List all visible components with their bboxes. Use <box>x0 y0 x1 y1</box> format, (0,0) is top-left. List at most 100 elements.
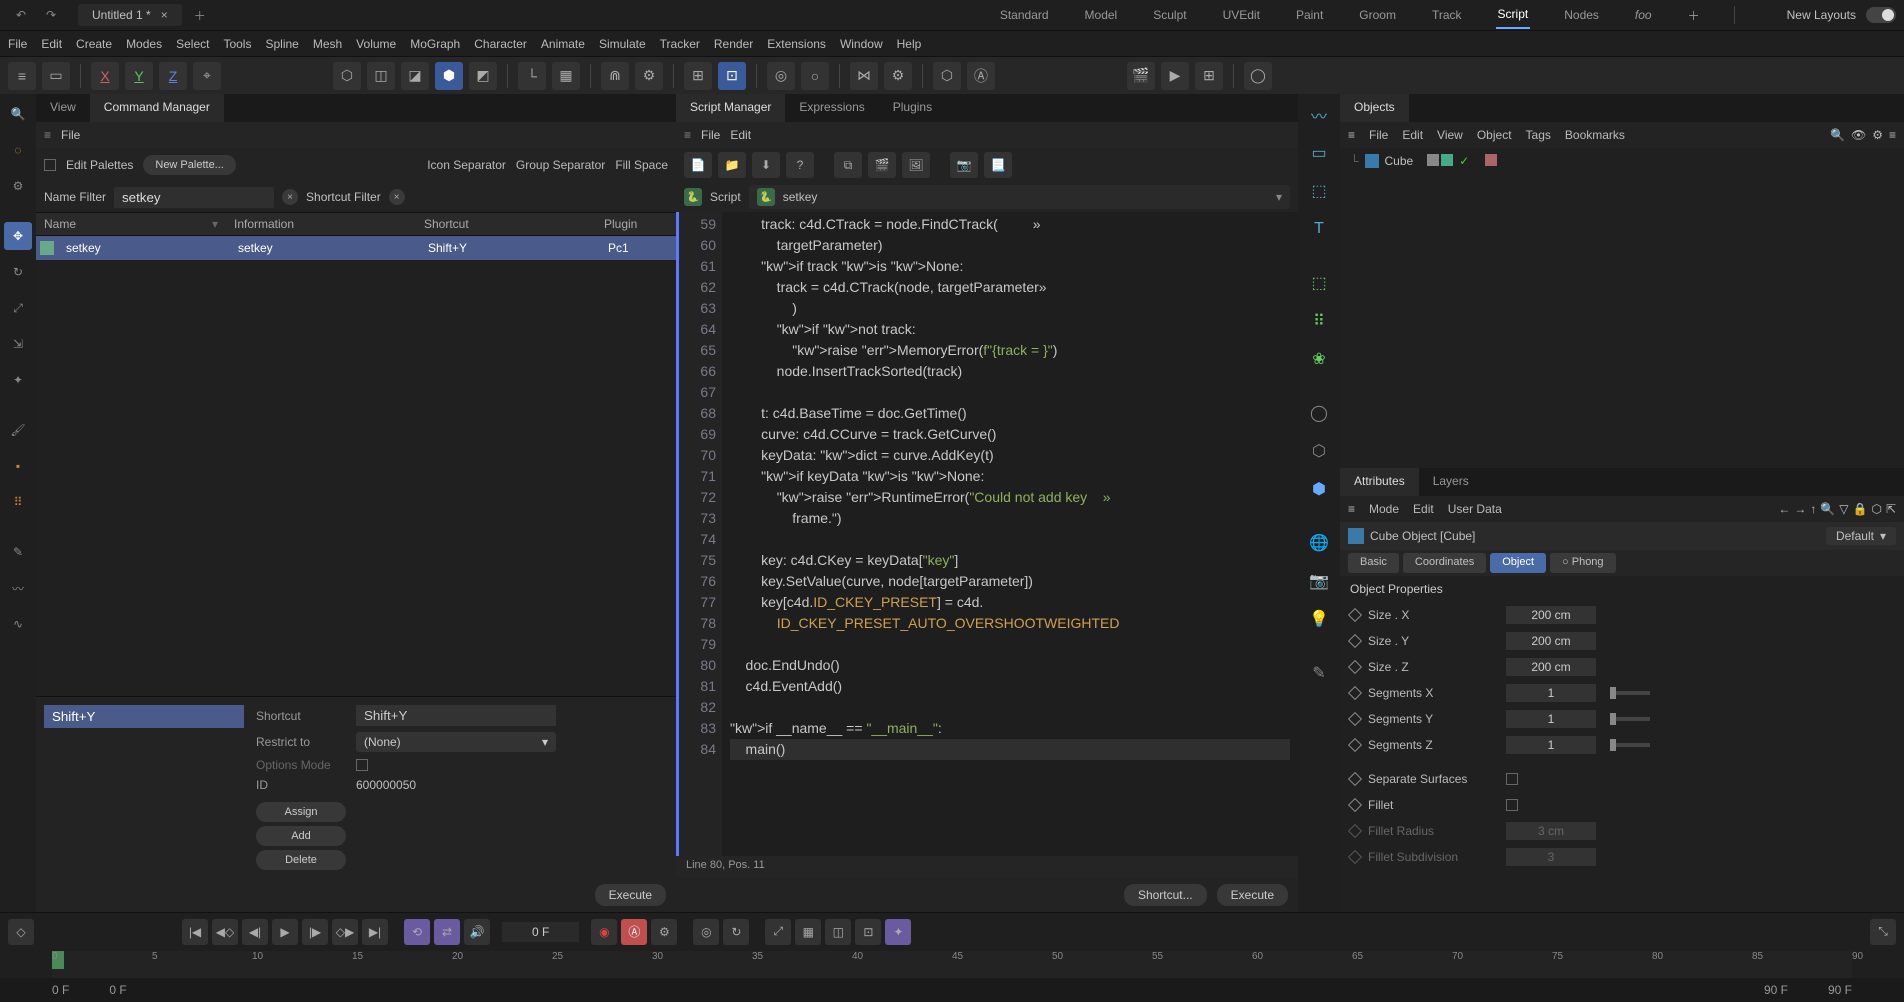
next-key-icon[interactable]: ◇▶ <box>332 919 358 945</box>
prop-slider[interactable] <box>1610 691 1650 695</box>
menu-create[interactable]: Create <box>76 37 112 51</box>
visibility-tag-icon[interactable] <box>1441 154 1453 166</box>
menu-mograph[interactable]: MoGraph <box>410 37 460 51</box>
hex-outline-icon[interactable]: ⬡ <box>933 62 961 90</box>
camera-icon[interactable]: 📷 <box>950 152 978 178</box>
obj-filter-icon[interactable]: ⚙ <box>1872 128 1883 142</box>
key-diamond[interactable] <box>1348 608 1362 622</box>
loop-icon[interactable]: ⟲ <box>404 919 430 945</box>
curve-icon[interactable]: 〰 <box>4 574 32 602</box>
script-edit-menu[interactable]: Edit <box>730 128 751 142</box>
circle-icon[interactable]: ○ <box>801 62 829 90</box>
prev-key-icon[interactable]: ◀◇ <box>212 919 238 945</box>
document-tab[interactable]: Untitled 1 * × <box>78 4 182 26</box>
clapper-small-icon[interactable]: 🎬 <box>868 152 896 178</box>
attr-up-icon[interactable]: ↑ <box>1810 502 1816 516</box>
key-diamond-icon[interactable]: ◇ <box>8 919 34 945</box>
film-icon[interactable]: ▶ <box>1161 62 1189 90</box>
objects-bookmarks-menu[interactable]: Bookmarks <box>1565 128 1625 142</box>
attr-fwd-icon[interactable]: → <box>1794 502 1806 516</box>
range-out2[interactable]: 90 F <box>1828 983 1852 997</box>
code-content[interactable]: track: c4d.CTrack = node.FindCTrack( » t… <box>722 212 1298 856</box>
clear-shortcut-filter-icon[interactable]: × <box>389 189 405 205</box>
autokey-icon[interactable]: Ⓐ <box>621 919 647 945</box>
attr-preset-select[interactable]: Default▾ <box>1826 527 1896 545</box>
object-tree[interactable]: └ Cube ✓ <box>1340 148 1904 468</box>
shape-shaded-icon[interactable]: ⬢ <box>435 62 463 90</box>
flower-tool-icon[interactable]: ❀ <box>1304 344 1334 374</box>
script-file-menu[interactable]: File <box>701 128 720 142</box>
brush-icon[interactable]: 🖌 <box>4 416 32 444</box>
key-diamond[interactable] <box>1348 798 1362 812</box>
shape-solid-icon[interactable]: ◪ <box>401 62 429 90</box>
menu-render[interactable]: Render <box>714 37 753 51</box>
obj-eye-icon[interactable]: 👁 <box>1851 128 1866 142</box>
edit-tool-icon[interactable]: ✎ <box>1304 658 1334 688</box>
key-all-icon[interactable]: ✦ <box>885 919 911 945</box>
sphere-icon[interactable]: ◯ <box>1244 62 1272 90</box>
table-row[interactable]: setkey setkey Shift+Y Pc1 <box>36 236 676 260</box>
assign-button[interactable]: Assign <box>256 802 346 822</box>
obj-collapse-icon[interactable]: ≡ <box>1889 128 1896 142</box>
attr-mode-menu[interactable]: Mode <box>1369 502 1399 516</box>
delete-button[interactable]: Delete <box>256 850 346 870</box>
attr-search-icon[interactable]: 🔍 <box>1820 502 1835 516</box>
layout-icon[interactable]: ▭ <box>42 62 70 90</box>
prop-slider[interactable] <box>1610 743 1650 747</box>
tab-attributes[interactable]: Attributes <box>1340 468 1419 496</box>
timeline-zoom-icon[interactable]: ⤡ <box>1870 919 1896 945</box>
layout-tab-foo[interactable]: foo <box>1633 2 1654 28</box>
search-icon[interactable]: 🔍 <box>4 100 32 128</box>
hamburger-icon[interactable]: ≡ <box>8 62 36 90</box>
separate-surfaces-checkbox[interactable] <box>1506 773 1518 785</box>
panel-file-menu[interactable]: File <box>61 128 80 142</box>
layout-tab-standard[interactable]: Standard <box>998 2 1051 28</box>
key-sel-icon[interactable]: ⊡ <box>855 919 881 945</box>
sound-icon[interactable]: 🔊 <box>464 919 490 945</box>
tab-plugins[interactable]: Plugins <box>879 94 946 122</box>
add-button[interactable]: Add <box>256 826 346 846</box>
menu-window[interactable]: Window <box>840 37 883 51</box>
code-editor[interactable]: 5960616263646566676869707172737475767778… <box>676 212 1298 856</box>
cluster-tool-icon[interactable]: ⠿ <box>1304 306 1334 336</box>
execute-button[interactable]: Execute <box>595 884 666 906</box>
objects-menu-icon[interactable]: ≡ <box>1348 128 1355 142</box>
obj-search-icon[interactable]: 🔍 <box>1830 128 1845 142</box>
objects-view-menu[interactable]: View <box>1437 128 1463 142</box>
objects-file-menu[interactable]: File <box>1369 128 1388 142</box>
hex-a-icon[interactable]: Ⓐ <box>967 62 995 90</box>
objects-tags-menu[interactable]: Tags <box>1526 128 1551 142</box>
play-icon[interactable]: ▶ <box>272 919 298 945</box>
script-execute-button[interactable]: Execute <box>1217 884 1288 906</box>
icon-separator-link[interactable]: Icon Separator <box>427 158 506 172</box>
key-options-icon[interactable]: ⚙ <box>651 919 677 945</box>
sphere-outline-icon[interactable]: ◯ <box>1304 398 1334 428</box>
open-script-icon[interactable]: 📁 <box>718 152 746 178</box>
attr-edit-menu[interactable]: Edit <box>1413 502 1434 516</box>
script-menu-icon[interactable]: ≡ <box>684 128 691 142</box>
prop-value[interactable]: 1 <box>1506 684 1596 702</box>
key-diamond[interactable] <box>1348 634 1362 648</box>
axis-y-icon[interactable]: Y <box>125 62 153 90</box>
gear-small-icon[interactable]: ⚙ <box>4 172 32 200</box>
rotate-tool-icon[interactable]: ↻ <box>4 258 32 286</box>
target-icon[interactable]: ◎ <box>767 62 795 90</box>
menu-mesh[interactable]: Mesh <box>313 37 342 51</box>
key-rot-icon[interactable]: ↻ <box>723 919 749 945</box>
menu-modes[interactable]: Modes <box>126 37 162 51</box>
square-orange-icon[interactable]: ▪ <box>4 452 32 480</box>
range-in[interactable]: 0 F <box>52 983 69 997</box>
tab-view[interactable]: View <box>36 94 90 122</box>
tree-item-cube[interactable]: └ Cube ✓ <box>1350 154 1894 168</box>
menu-extensions[interactable]: Extensions <box>767 37 826 51</box>
redo-icon[interactable]: ↷ <box>38 2 64 28</box>
new-script-icon[interactable]: 📄 <box>684 152 712 178</box>
save-script-icon[interactable]: ⬇ <box>752 152 780 178</box>
symmetry-gear-icon[interactable]: ⚙ <box>884 62 912 90</box>
circle-dashed-icon[interactable]: ◌ <box>4 136 32 164</box>
menu-character[interactable]: Character <box>474 37 527 51</box>
tab-expressions[interactable]: Expressions <box>785 94 878 122</box>
prop-value[interactable]: 1 <box>1506 710 1596 728</box>
snap-grid-icon[interactable]: ⊡ <box>718 62 746 90</box>
tab-command-manager[interactable]: Command Manager <box>90 94 224 122</box>
